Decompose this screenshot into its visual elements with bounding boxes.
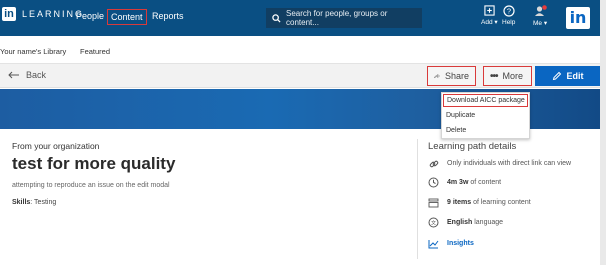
nav-reports[interactable]: Reports [152, 11, 184, 21]
duration-row: 4m 3w of content [428, 177, 501, 188]
link-icon [428, 158, 439, 169]
me-menu-button[interactable]: Me ▾ [533, 5, 547, 27]
details-heading: Learning path details [428, 141, 517, 152]
edit-button[interactable]: Edit [535, 66, 600, 86]
language-value: English [447, 219, 473, 226]
search-placeholder: Search for people, groups or content... [286, 9, 388, 27]
duration-suffix: of content [468, 179, 502, 186]
items-suffix: of learning content [471, 199, 531, 206]
nav-content[interactable]: Content [107, 9, 147, 25]
details-divider [417, 139, 418, 259]
help-button[interactable]: ? Help [502, 5, 515, 26]
language-text: English language [447, 219, 503, 226]
edit-label: Edit [566, 71, 584, 81]
skills-value: : Testing [30, 199, 57, 206]
action-bar: Back Share ••• More Edit [0, 64, 600, 88]
language-suffix: language [472, 219, 504, 226]
items-text: 9 items of learning content [447, 199, 531, 206]
logo-text: LEARNING [22, 9, 85, 19]
items-value: 9 items [447, 199, 472, 206]
language-icon: 文 [428, 217, 439, 228]
search-input[interactable]: Search for people, groups or content... [266, 8, 422, 28]
list-stack-icon [428, 197, 439, 208]
clock-icon [428, 177, 439, 188]
linkedin-badge-icon[interactable]: in [566, 7, 590, 29]
language-row: 文 English language [428, 217, 503, 228]
library-bar: Your name's Library Featured [0, 36, 600, 64]
duration-value: 4m 3w [447, 179, 469, 186]
help-label: Help [502, 19, 516, 26]
linkedin-logo-icon: in [2, 7, 16, 21]
menu-item-delete[interactable]: Delete [442, 123, 529, 138]
featured-link[interactable]: Featured [80, 47, 110, 56]
my-library-link[interactable]: Your name's Library [0, 47, 66, 56]
menu-item-duplicate[interactable]: Duplicate [442, 108, 529, 123]
more-dots-icon: ••• [490, 70, 498, 82]
page-title: test for more quality [12, 154, 176, 173]
access-row: Only individuals with direct link can vi… [428, 158, 571, 169]
help-icon: ? [503, 5, 515, 17]
top-nav: in LEARNING People Content Reports Searc… [0, 0, 600, 36]
org-source-label: From your organization [12, 141, 100, 151]
back-label: Back [26, 70, 47, 80]
linkedin-learning-logo[interactable]: in LEARNING [2, 7, 84, 21]
share-button[interactable]: Share [427, 66, 476, 86]
pencil-icon [552, 71, 561, 81]
more-button[interactable]: ••• More [483, 66, 532, 86]
access-text: Only individuals with direct link can vi… [447, 160, 572, 167]
insights-link[interactable]: Insights [428, 238, 474, 249]
share-label: Share [444, 71, 469, 81]
me-label: Me ▾ [533, 20, 548, 27]
profile-avatar-icon [534, 5, 547, 16]
add-label: Add ▾ [481, 19, 498, 26]
skills-label: Skills [12, 199, 31, 206]
add-menu-button[interactable]: Add ▾ [481, 5, 498, 26]
add-icon [484, 5, 495, 16]
arrow-left-icon [8, 71, 19, 79]
back-button[interactable]: Back [8, 70, 46, 80]
svg-text:?: ? [507, 7, 511, 16]
duration-text: 4m 3w of content [447, 179, 501, 186]
more-dropdown-menu: Download AICC package Duplicate Delete [441, 92, 530, 139]
more-label: More [502, 71, 524, 81]
share-icon [434, 73, 440, 79]
menu-item-download-aicc[interactable]: Download AICC package [443, 94, 528, 107]
items-row: 9 items of learning content [428, 197, 531, 208]
svg-text:文: 文 [431, 220, 436, 227]
nav-people[interactable]: People [76, 11, 104, 21]
app-window: in LEARNING People Content Reports Searc… [0, 0, 606, 265]
skills-line: Skills: Testing [12, 199, 56, 206]
insights-chart-icon [428, 238, 439, 249]
insights-label: Insights [447, 240, 474, 247]
search-icon [272, 13, 281, 23]
page-description: attempting to reproduce an issue on the … [12, 182, 170, 189]
